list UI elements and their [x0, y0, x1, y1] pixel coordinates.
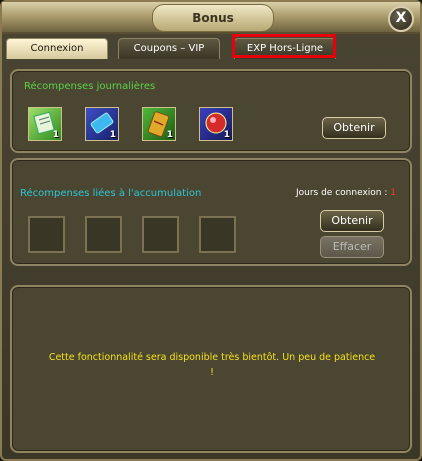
clear-button[interactable]: Effacer — [320, 236, 384, 258]
reward-slot — [85, 216, 122, 253]
tab-highlight-box — [232, 34, 336, 58]
title-bar: Bonus X — [2, 2, 420, 34]
notice-panel: Cette fonctionnalité sera disponible trè… — [10, 285, 412, 453]
tab-coupons-vip[interactable]: Coupons – VIP — [118, 38, 220, 59]
login-days-label: Jours de connexion : — [295, 188, 388, 198]
reward-item-scroll[interactable]: 1 — [28, 107, 62, 141]
coming-soon-notice: Cette fonctionnalité sera disponible trè… — [32, 350, 392, 380]
daily-rewards-panel: Récompenses journalières 1 1 1 1 Obtenir — [10, 69, 412, 153]
accumulation-obtain-button[interactable]: Obtenir — [320, 210, 384, 232]
notice-line-2: ! — [210, 367, 214, 378]
notice-line-1: Cette fonctionnalité sera disponible trè… — [48, 352, 376, 363]
tab-bar: Connexion Coupons – VIP EXP Hors-Ligne — [6, 34, 416, 59]
daily-rewards-title: Récompenses journalières — [24, 81, 156, 92]
reward-qty: 1 — [52, 130, 59, 140]
login-days: Jours de connexion : 1 — [296, 188, 396, 198]
close-button[interactable]: X — [388, 6, 414, 32]
reward-qty: 1 — [109, 130, 116, 140]
window-title: Bonus — [152, 4, 274, 32]
accumulation-title: Récompenses liées à l'accumulation — [20, 188, 202, 199]
tab-connexion[interactable]: Connexion — [6, 38, 108, 59]
bonus-window: Bonus X Connexion Coupons – VIP EXP Hors… — [0, 0, 422, 461]
reward-item-gold-card[interactable]: 1 — [142, 107, 176, 141]
reward-qty: 1 — [223, 130, 230, 140]
accumulation-panel: Récompenses liées à l'accumulation Jours… — [10, 158, 412, 266]
reward-item-red-orb[interactable]: 1 — [199, 107, 233, 141]
reward-qty: 1 — [166, 130, 173, 140]
login-days-value: 1 — [390, 188, 396, 198]
reward-item-ticket[interactable]: 1 — [85, 107, 119, 141]
daily-obtain-button[interactable]: Obtenir — [322, 117, 386, 139]
reward-slot — [28, 216, 65, 253]
reward-slot — [142, 216, 179, 253]
reward-slot — [199, 216, 236, 253]
